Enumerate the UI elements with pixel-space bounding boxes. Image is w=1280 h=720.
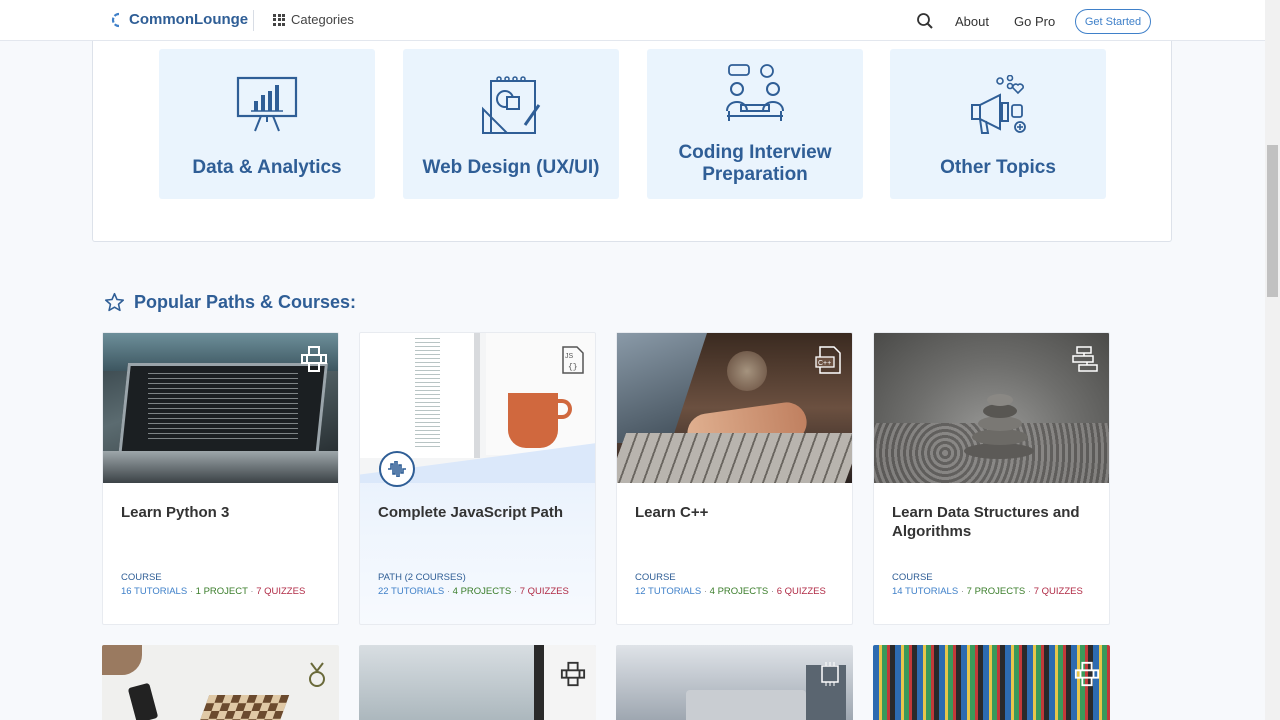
quiz-count: 6 QUIZZES [776,586,826,597]
quiz-count: 7 QUIZZES [1033,586,1083,597]
python-icon [301,346,327,372]
logo-text: CommonLounge [129,11,249,28]
design-tools-icon [482,76,541,134]
scrollbar-thumb[interactable] [1267,145,1278,297]
category-label: Coding Interview Preparation [678,142,832,185]
logo[interactable]: CommonLounge [110,11,248,28]
project-count: 7 PROJECTS [966,586,1026,597]
quiz-count: 7 QUIZZES [256,586,306,597]
course-type: COURSE [892,572,933,583]
course-meta: COURSE 16 TUTORIALS · 1 PROJECT · 7 QUIZ… [121,572,306,597]
category-web-design[interactable]: Web Design (UX/UI) [403,49,619,199]
quiz-count: 7 QUIZZES [519,586,569,597]
grid-icon [273,13,285,26]
course-card-python[interactable]: Learn Python 3 COURSE 16 TUTORIALS · 1 P… [102,332,339,625]
python-icon [560,661,586,687]
category-other-topics[interactable]: Other Topics [890,49,1106,199]
top-navbar: CommonLounge Categories About Go Pro Get… [0,0,1265,41]
get-started-button[interactable]: Get Started [1075,9,1151,34]
category-label: Data & Analytics [192,157,342,178]
star-icon [104,292,125,312]
about-link[interactable]: About [955,14,989,29]
search-button[interactable] [916,12,934,35]
course-type: PATH (2 COURSES) [378,572,466,583]
project-count: 4 PROJECTS [452,586,512,597]
path-badge [379,451,415,487]
course-title: Learn Python 3 [121,504,230,521]
course-card-2[interactable] [359,645,596,720]
megaphone-icon [971,75,1026,134]
project-count: 4 PROJECTS [709,586,769,597]
js-file-icon: JS {} [562,346,584,374]
svg-text:C++: C++ [818,360,831,367]
course-title: Learn Data Structures and Algorithms [892,504,1080,540]
course-card-cpp[interactable]: C++ Learn C++ COURSE 12 TUTORIALS · 4 PR… [616,332,853,625]
categories-label: Categories [291,12,354,27]
course-title: Complete JavaScript Path [378,504,564,521]
category-coding-interview[interactable]: Coding Interview Preparation [647,49,863,199]
path-wave-icon [388,461,406,477]
course-title: Learn C++ [635,504,709,521]
tutorial-count: 22 TUTORIALS [378,586,445,597]
category-data-analytics[interactable]: Data & Analytics [159,49,375,199]
course-card-javascript-path[interactable]: JS {} Complete JavaScript Path PATH (2 C… [359,332,596,625]
chip-icon [821,662,839,686]
go-pro-link[interactable]: Go Pro [1014,14,1055,29]
course-type: COURSE [635,572,676,583]
course-meta: PATH (2 COURSES) 22 TUTORIALS · 4 PROJEC… [378,572,569,597]
svg-text:JS: JS [565,353,574,360]
header-divider [253,10,254,31]
course-type: COURSE [121,572,162,583]
presentation-chart-icon [236,76,298,132]
cpp-file-icon: C++ [815,346,841,374]
flowchart-icon [1072,346,1098,372]
search-icon [917,13,933,29]
course-meta: COURSE 14 TUTORIALS · 7 PROJECTS · 7 QUI… [892,572,1083,597]
course-card-dsa[interactable]: Learn Data Structures and Algorithms COU… [873,332,1110,625]
svg-text:{}: {} [568,363,578,372]
interview-people-icon [726,64,784,121]
categories-menu[interactable]: Categories [273,12,354,27]
course-meta: COURSE 12 TUTORIALS · 4 PROJECTS · 6 QUI… [635,572,826,597]
medal-icon [309,662,325,687]
category-label: Other Topics [940,157,1056,178]
section-heading: Popular Paths & Courses: [104,292,356,313]
course-card-3[interactable] [616,645,853,720]
category-label: Web Design (UX/UI) [422,157,600,178]
categories-panel: Data & Analytics Web Design (UX/UI) Codi… [92,41,1172,242]
section-title: Popular Paths & Courses: [134,292,357,312]
logo-icon [111,12,120,27]
scrollbar-track[interactable] [1265,0,1280,720]
course-card-4[interactable] [873,645,1110,720]
tutorial-count: 16 TUTORIALS [121,586,188,597]
tutorial-count: 12 TUTORIALS [635,586,702,597]
python-icon [1074,661,1100,687]
course-card-chess[interactable] [102,645,339,720]
tutorial-count: 14 TUTORIALS [892,586,959,597]
project-count: 1 PROJECT [195,586,248,597]
